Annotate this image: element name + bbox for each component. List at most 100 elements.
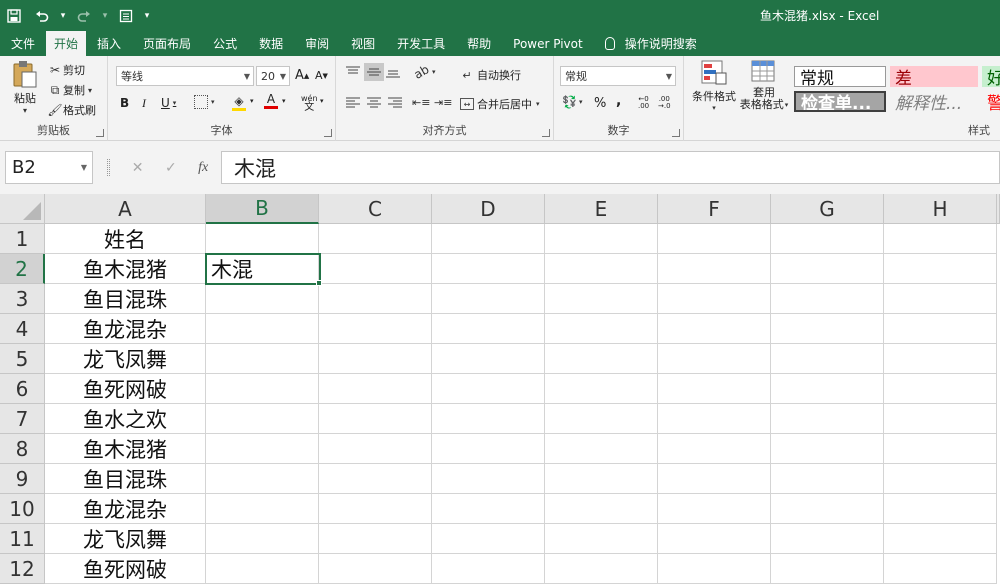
style-check-cell[interactable]: 检查单... bbox=[794, 91, 886, 112]
style-bad[interactable]: 差 bbox=[890, 66, 978, 87]
cell-f7[interactable] bbox=[658, 404, 771, 434]
fill-color-button[interactable]: ◈ bbox=[232, 94, 246, 111]
row-header[interactable]: 4 bbox=[0, 314, 45, 344]
cell-b7[interactable] bbox=[206, 404, 319, 434]
cell-h1[interactable] bbox=[884, 224, 997, 254]
insert-function-icon[interactable]: fx bbox=[198, 160, 208, 176]
cell-f8[interactable] bbox=[658, 434, 771, 464]
fill-color-dropdown[interactable]: ▾ bbox=[250, 97, 254, 105]
cancel-icon[interactable]: ✕ bbox=[132, 160, 144, 176]
font-color-dropdown[interactable]: ▾ bbox=[282, 97, 286, 105]
cell-h9[interactable] bbox=[884, 464, 997, 494]
cell-e12[interactable] bbox=[545, 554, 658, 584]
cell-b12[interactable] bbox=[206, 554, 319, 584]
align-right-button[interactable] bbox=[388, 97, 402, 108]
cell-e2[interactable] bbox=[545, 254, 658, 284]
cell-g1[interactable] bbox=[771, 224, 884, 254]
cell-c1[interactable] bbox=[319, 224, 432, 254]
enter-icon[interactable]: ✓ bbox=[165, 160, 177, 176]
grow-font-button[interactable]: A ▲ bbox=[295, 68, 309, 83]
cell-b2[interactable]: 木混 bbox=[206, 254, 319, 284]
cell-e11[interactable] bbox=[545, 524, 658, 554]
undo-dropdown-icon[interactable]: ▾ bbox=[56, 0, 70, 31]
cell-a10[interactable]: 鱼龙混杂 bbox=[45, 494, 206, 524]
tab-home[interactable]: 开始 bbox=[46, 31, 87, 56]
cell-g2[interactable] bbox=[771, 254, 884, 284]
bold-button[interactable]: B bbox=[120, 96, 129, 110]
redo-icon[interactable] bbox=[70, 0, 98, 31]
cell-c2[interactable] bbox=[319, 254, 432, 284]
tab-power-pivot[interactable]: Power Pivot bbox=[502, 31, 594, 56]
phonetic-dropdown[interactable]: ▾ bbox=[320, 97, 324, 105]
customize-icon[interactable]: ▾ bbox=[140, 0, 154, 31]
increase-decimal-button[interactable]: ←0.00 bbox=[638, 96, 649, 110]
column-header-c[interactable]: C bbox=[319, 194, 432, 224]
cell-f1[interactable] bbox=[658, 224, 771, 254]
cell-e6[interactable] bbox=[545, 374, 658, 404]
cell-b11[interactable] bbox=[206, 524, 319, 554]
undo-icon[interactable] bbox=[28, 0, 56, 31]
conditional-dropdown-icon[interactable]: ▾ bbox=[712, 104, 716, 112]
row-header[interactable]: 5 bbox=[0, 344, 45, 374]
chevron-down-icon[interactable]: ▼ bbox=[81, 163, 87, 172]
row-header[interactable]: 7 bbox=[0, 404, 45, 434]
column-header-a[interactable]: A bbox=[45, 194, 206, 224]
cell-h12[interactable] bbox=[884, 554, 997, 584]
row-header[interactable]: 11 bbox=[0, 524, 45, 554]
cell-f12[interactable] bbox=[658, 554, 771, 584]
fill-handle[interactable] bbox=[316, 280, 322, 286]
style-good[interactable]: 好 bbox=[982, 66, 1000, 87]
cell-a5[interactable]: 龙飞凤舞 bbox=[45, 344, 206, 374]
conditional-formatting-button[interactable]: 条件格式 ▾ bbox=[690, 60, 738, 112]
alignment-launcher-icon[interactable] bbox=[542, 129, 550, 137]
cell-g12[interactable] bbox=[771, 554, 884, 584]
style-warning[interactable]: 警 bbox=[982, 91, 1000, 112]
accounting-format-button[interactable]: 💱 ▾ bbox=[562, 95, 582, 109]
decrease-indent-button[interactable]: ⇤≡ bbox=[412, 96, 430, 109]
column-header-d[interactable]: D bbox=[432, 194, 545, 224]
cell-a12[interactable]: 鱼死网破 bbox=[45, 554, 206, 584]
cell-h3[interactable] bbox=[884, 284, 997, 314]
formula-bar-grip[interactable] bbox=[107, 159, 110, 176]
align-bottom-button[interactable] bbox=[386, 66, 400, 78]
cell-a11[interactable]: 龙飞凤舞 bbox=[45, 524, 206, 554]
cell-d9[interactable] bbox=[432, 464, 545, 494]
cell-d3[interactable] bbox=[432, 284, 545, 314]
column-header-f[interactable]: F bbox=[658, 194, 771, 224]
cell-h4[interactable] bbox=[884, 314, 997, 344]
cell-b6[interactable] bbox=[206, 374, 319, 404]
merge-dropdown-icon[interactable]: ▾ bbox=[536, 100, 540, 108]
cell-g11[interactable] bbox=[771, 524, 884, 554]
cell-b8[interactable] bbox=[206, 434, 319, 464]
cell-b10[interactable] bbox=[206, 494, 319, 524]
cell-c11[interactable] bbox=[319, 524, 432, 554]
orientation-dropdown-icon[interactable]: ▾ bbox=[432, 68, 436, 76]
row-header[interactable]: 12 bbox=[0, 554, 45, 584]
cell-h6[interactable] bbox=[884, 374, 997, 404]
cell-f4[interactable] bbox=[658, 314, 771, 344]
cell-f5[interactable] bbox=[658, 344, 771, 374]
cell-d12[interactable] bbox=[432, 554, 545, 584]
cell-e7[interactable] bbox=[545, 404, 658, 434]
column-header-b[interactable]: B bbox=[206, 194, 319, 224]
phonetic-button[interactable]: wén 文 bbox=[301, 94, 318, 113]
row-header[interactable]: 3 bbox=[0, 284, 45, 314]
cell-g10[interactable] bbox=[771, 494, 884, 524]
cell-e8[interactable] bbox=[545, 434, 658, 464]
cell-b4[interactable] bbox=[206, 314, 319, 344]
cell-d6[interactable] bbox=[432, 374, 545, 404]
font-name-select[interactable]: 等线 ▼ bbox=[116, 66, 254, 86]
cell-b3[interactable] bbox=[206, 284, 319, 314]
accounting-dropdown-icon[interactable]: ▾ bbox=[579, 98, 583, 106]
tab-insert[interactable]: 插入 bbox=[86, 31, 132, 56]
column-header-e[interactable]: E bbox=[545, 194, 658, 224]
style-explanatory[interactable]: 解释性... bbox=[890, 91, 978, 112]
cell-c3[interactable] bbox=[319, 284, 432, 314]
decrease-decimal-button[interactable]: .00 →.0 bbox=[658, 96, 671, 110]
formula-input[interactable]: 木混 bbox=[221, 151, 1000, 184]
tab-developer[interactable]: 开发工具 bbox=[386, 31, 456, 56]
cell-h8[interactable] bbox=[884, 434, 997, 464]
cell-h11[interactable] bbox=[884, 524, 997, 554]
paste-button[interactable]: 粘贴 ▾ bbox=[8, 60, 42, 115]
cell-d5[interactable] bbox=[432, 344, 545, 374]
